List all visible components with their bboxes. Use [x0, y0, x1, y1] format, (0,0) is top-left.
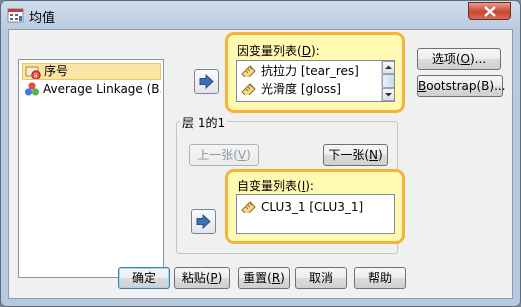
source-item-average-linkage[interactable]: Average Linkage (B... [22, 81, 161, 98]
bootstrap-button[interactable]: Bootstrap(B)... [417, 75, 506, 97]
source-item-label: Average Linkage (B... [43, 82, 161, 96]
source-variable-list[interactable]: a 序号 Average Linkage (B... [18, 59, 164, 278]
independent-list-label: 自变量列表(I): [237, 179, 314, 193]
ruler-scale-icon: a [25, 66, 41, 80]
reset-button[interactable]: 重置(R) [238, 267, 290, 289]
means-dialog: 均值 a 序号 Average Linkage (B... 因变量列表(D): … [0, 0, 521, 307]
dependent-item-label: 抗拉力 [tear_res] [261, 64, 359, 78]
title-bar[interactable]: 均值 [1, 1, 520, 29]
right-arrow-icon [199, 74, 214, 89]
independent-variable-list[interactable]: CLU3_1 [CLU3_1] [236, 194, 395, 234]
layer-title: 层 1的1 [180, 114, 228, 131]
scroll-down-icon [385, 93, 392, 97]
scroll-up-button[interactable] [382, 61, 394, 74]
source-item-xuhao[interactable]: a 序号 [22, 63, 161, 80]
close-icon [484, 6, 496, 17]
spss-app-icon [7, 8, 24, 23]
source-item-label: 序号 [44, 64, 69, 78]
scroll-up-icon [385, 65, 392, 69]
dependent-variable-list[interactable]: 抗拉力 [tear_res] 光滑度 [gloss] [236, 60, 395, 102]
dependent-list-label: 因变量列表(D): [237, 44, 320, 58]
window-title: 均值 [29, 11, 56, 26]
paste-button[interactable]: 粘贴(P) [174, 267, 230, 289]
ruler-icon [241, 201, 256, 213]
ok-button[interactable]: 确定 [118, 267, 170, 289]
ruler-icon [241, 65, 256, 77]
options-button[interactable]: 选项(O)... [417, 48, 501, 70]
previous-layer-button[interactable]: 上一张(V) [189, 144, 259, 166]
scroll-down-button[interactable] [382, 88, 394, 101]
move-to-independent-button[interactable] [191, 209, 216, 234]
move-to-dependent-button[interactable] [194, 69, 219, 94]
nominal-balls-icon [24, 82, 40, 96]
svg-text:a: a [33, 72, 37, 80]
help-button[interactable]: 帮助 [354, 267, 406, 289]
dependent-scrollbar[interactable] [381, 61, 394, 101]
right-arrow-icon [196, 214, 211, 229]
close-button[interactable] [468, 2, 511, 20]
dependent-item-label: 光滑度 [gloss] [261, 82, 341, 96]
independent-item-label: CLU3_1 [CLU3_1] [261, 200, 364, 214]
cancel-button[interactable]: 取消 [295, 267, 347, 289]
next-layer-button[interactable]: 下一张(N) [323, 144, 388, 166]
ruler-icon [241, 83, 256, 95]
scroll-thumb[interactable] [382, 74, 394, 88]
